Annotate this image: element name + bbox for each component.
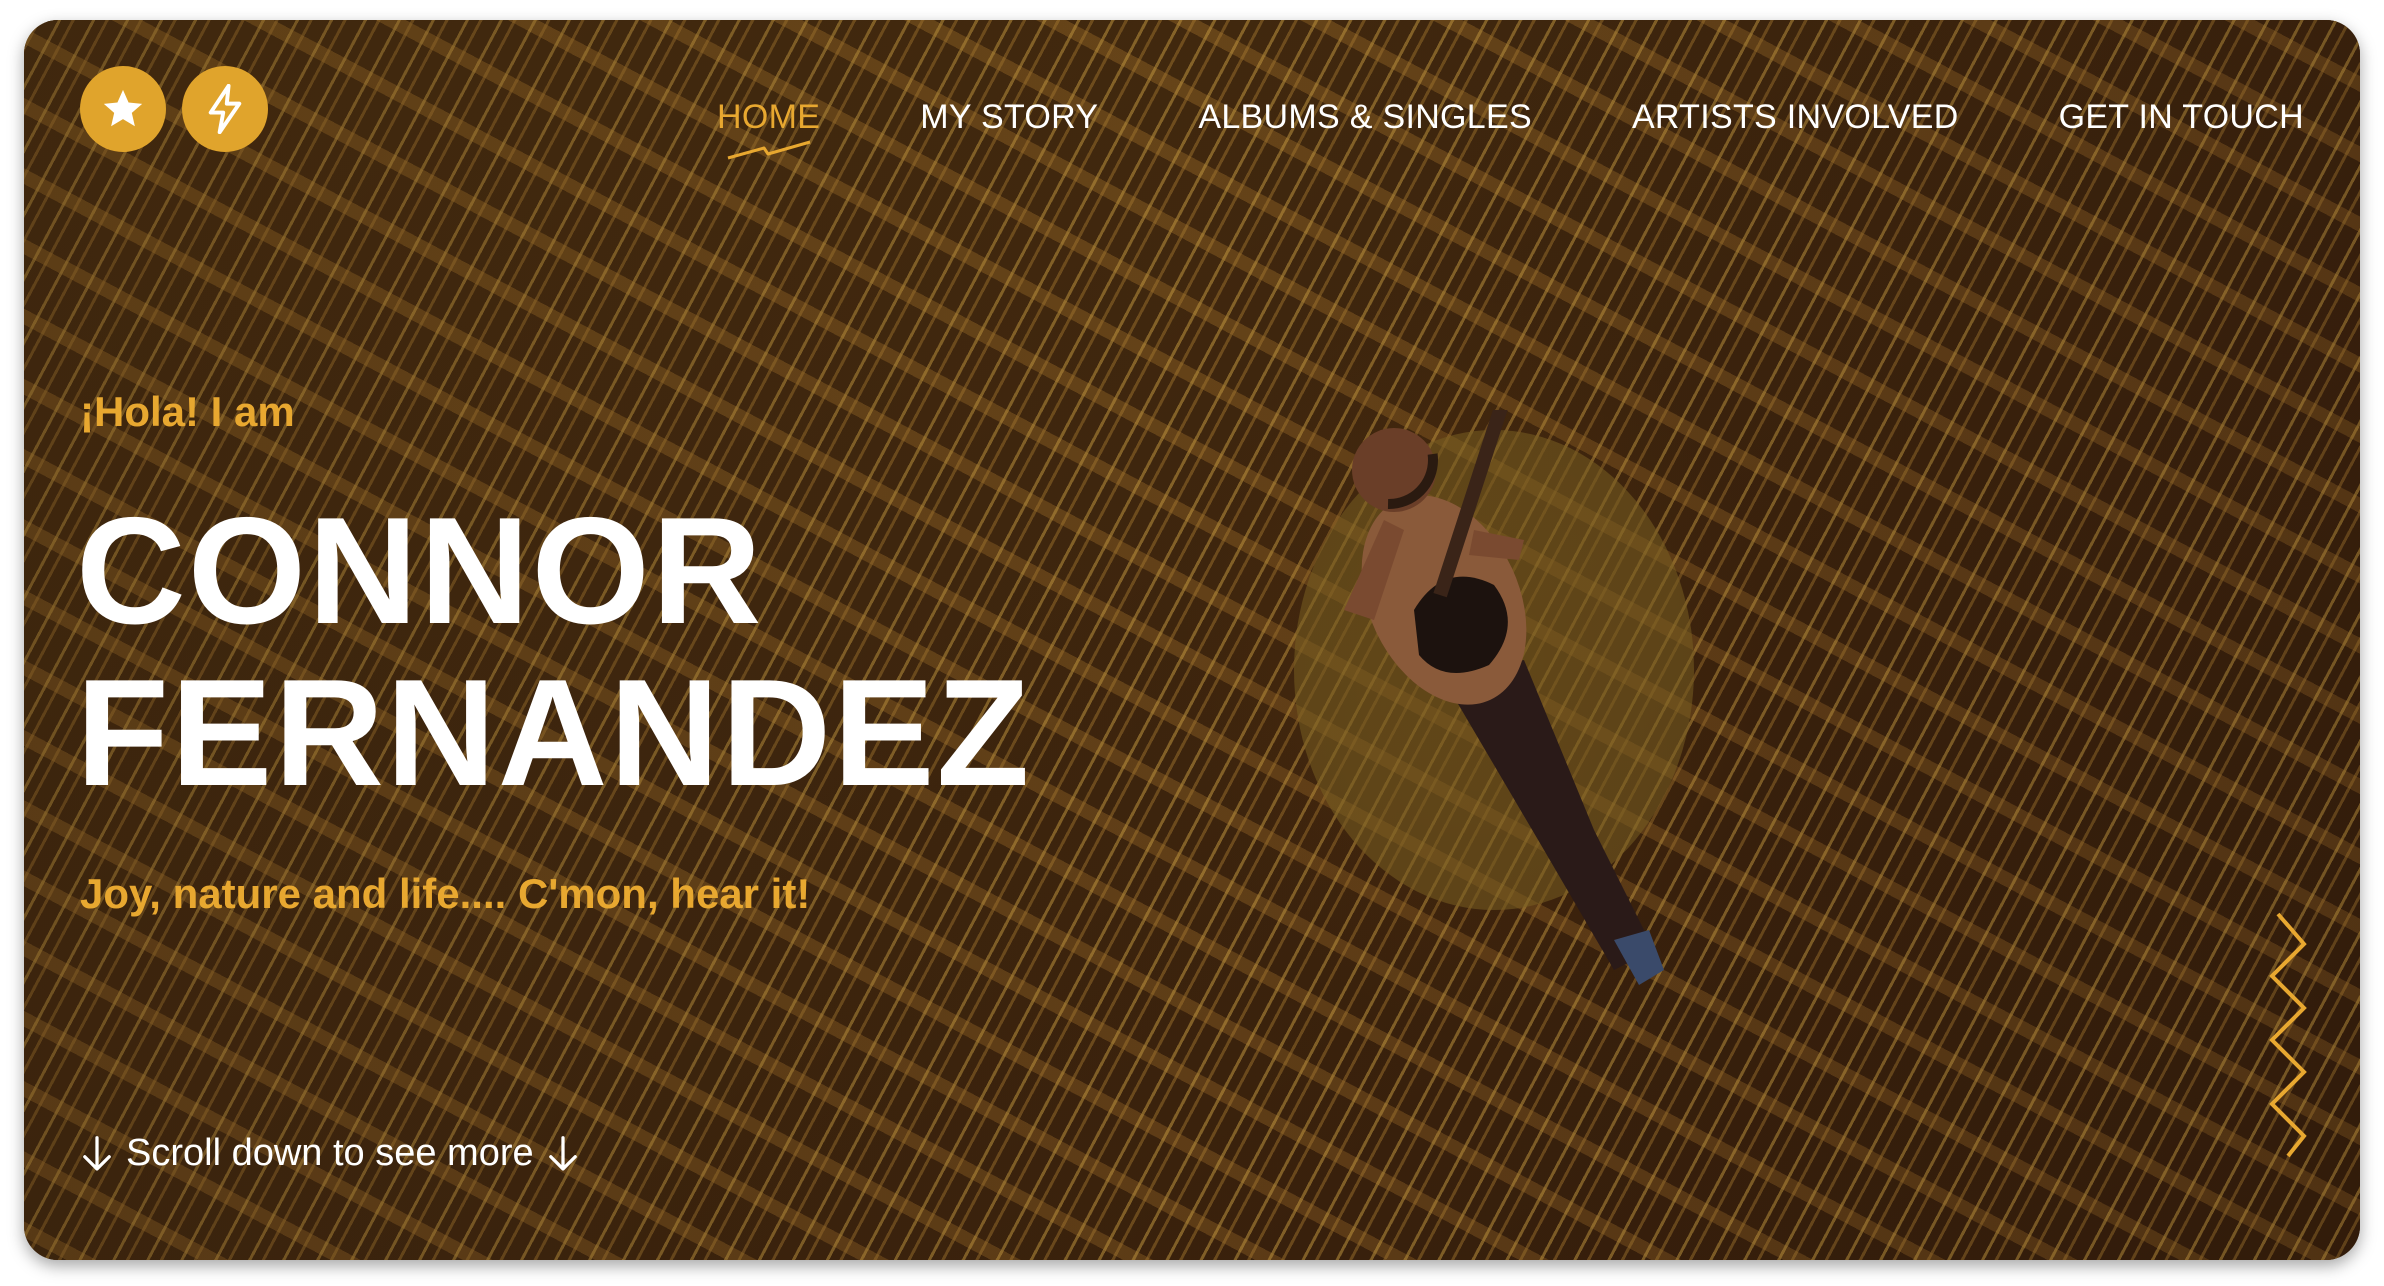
hero-section: HOME MY STORY ALBUMS & SINGLES ARTISTS I… — [24, 20, 2360, 1260]
nav-home[interactable]: HOME — [717, 98, 821, 160]
nav-home-label: HOME — [717, 98, 821, 136]
hero-name: CONNOR FERNANDEZ — [76, 490, 1031, 814]
nav-artists-involved[interactable]: ARTISTS INVOLVED — [1632, 98, 1959, 137]
arrow-down-icon — [83, 1135, 111, 1171]
nav-get-in-touch-label: GET IN TOUCH — [2058, 98, 2304, 136]
nav-albums-singles[interactable]: ALBUMS & SINGLES — [1198, 98, 1532, 137]
active-squiggle-icon — [727, 140, 811, 160]
hero-tagline: Joy, nature and life.... C'mon, hear it! — [80, 870, 811, 917]
site-logo[interactable] — [80, 66, 268, 152]
hero-greeting: ¡Hola! I am — [80, 388, 295, 435]
nav-albums-singles-label: ALBUMS & SINGLES — [1198, 98, 1532, 136]
star-icon — [80, 66, 166, 152]
main-nav: HOME MY STORY ALBUMS & SINGLES ARTISTS I… — [717, 98, 2304, 160]
zigzag-decoration-icon — [2269, 912, 2307, 1158]
guitarist-photo — [1294, 410, 1694, 985]
nav-artists-involved-label: ARTISTS INVOLVED — [1631, 98, 1959, 136]
arrow-down-icon — [548, 1135, 577, 1171]
nav-get-in-touch[interactable]: GET IN TOUCH — [2059, 98, 2304, 137]
nav-my-story[interactable]: MY STORY — [920, 98, 1098, 137]
lightning-icon — [182, 66, 268, 152]
nav-my-story-label: MY STORY — [920, 98, 1099, 136]
hero-name-first: CONNOR — [76, 486, 764, 656]
hero-name-last: FERNANDEZ — [76, 648, 1032, 818]
scroll-down-link[interactable]: Scroll down to see more — [80, 1132, 580, 1175]
scroll-down-text: Scroll down to see more — [126, 1132, 534, 1174]
